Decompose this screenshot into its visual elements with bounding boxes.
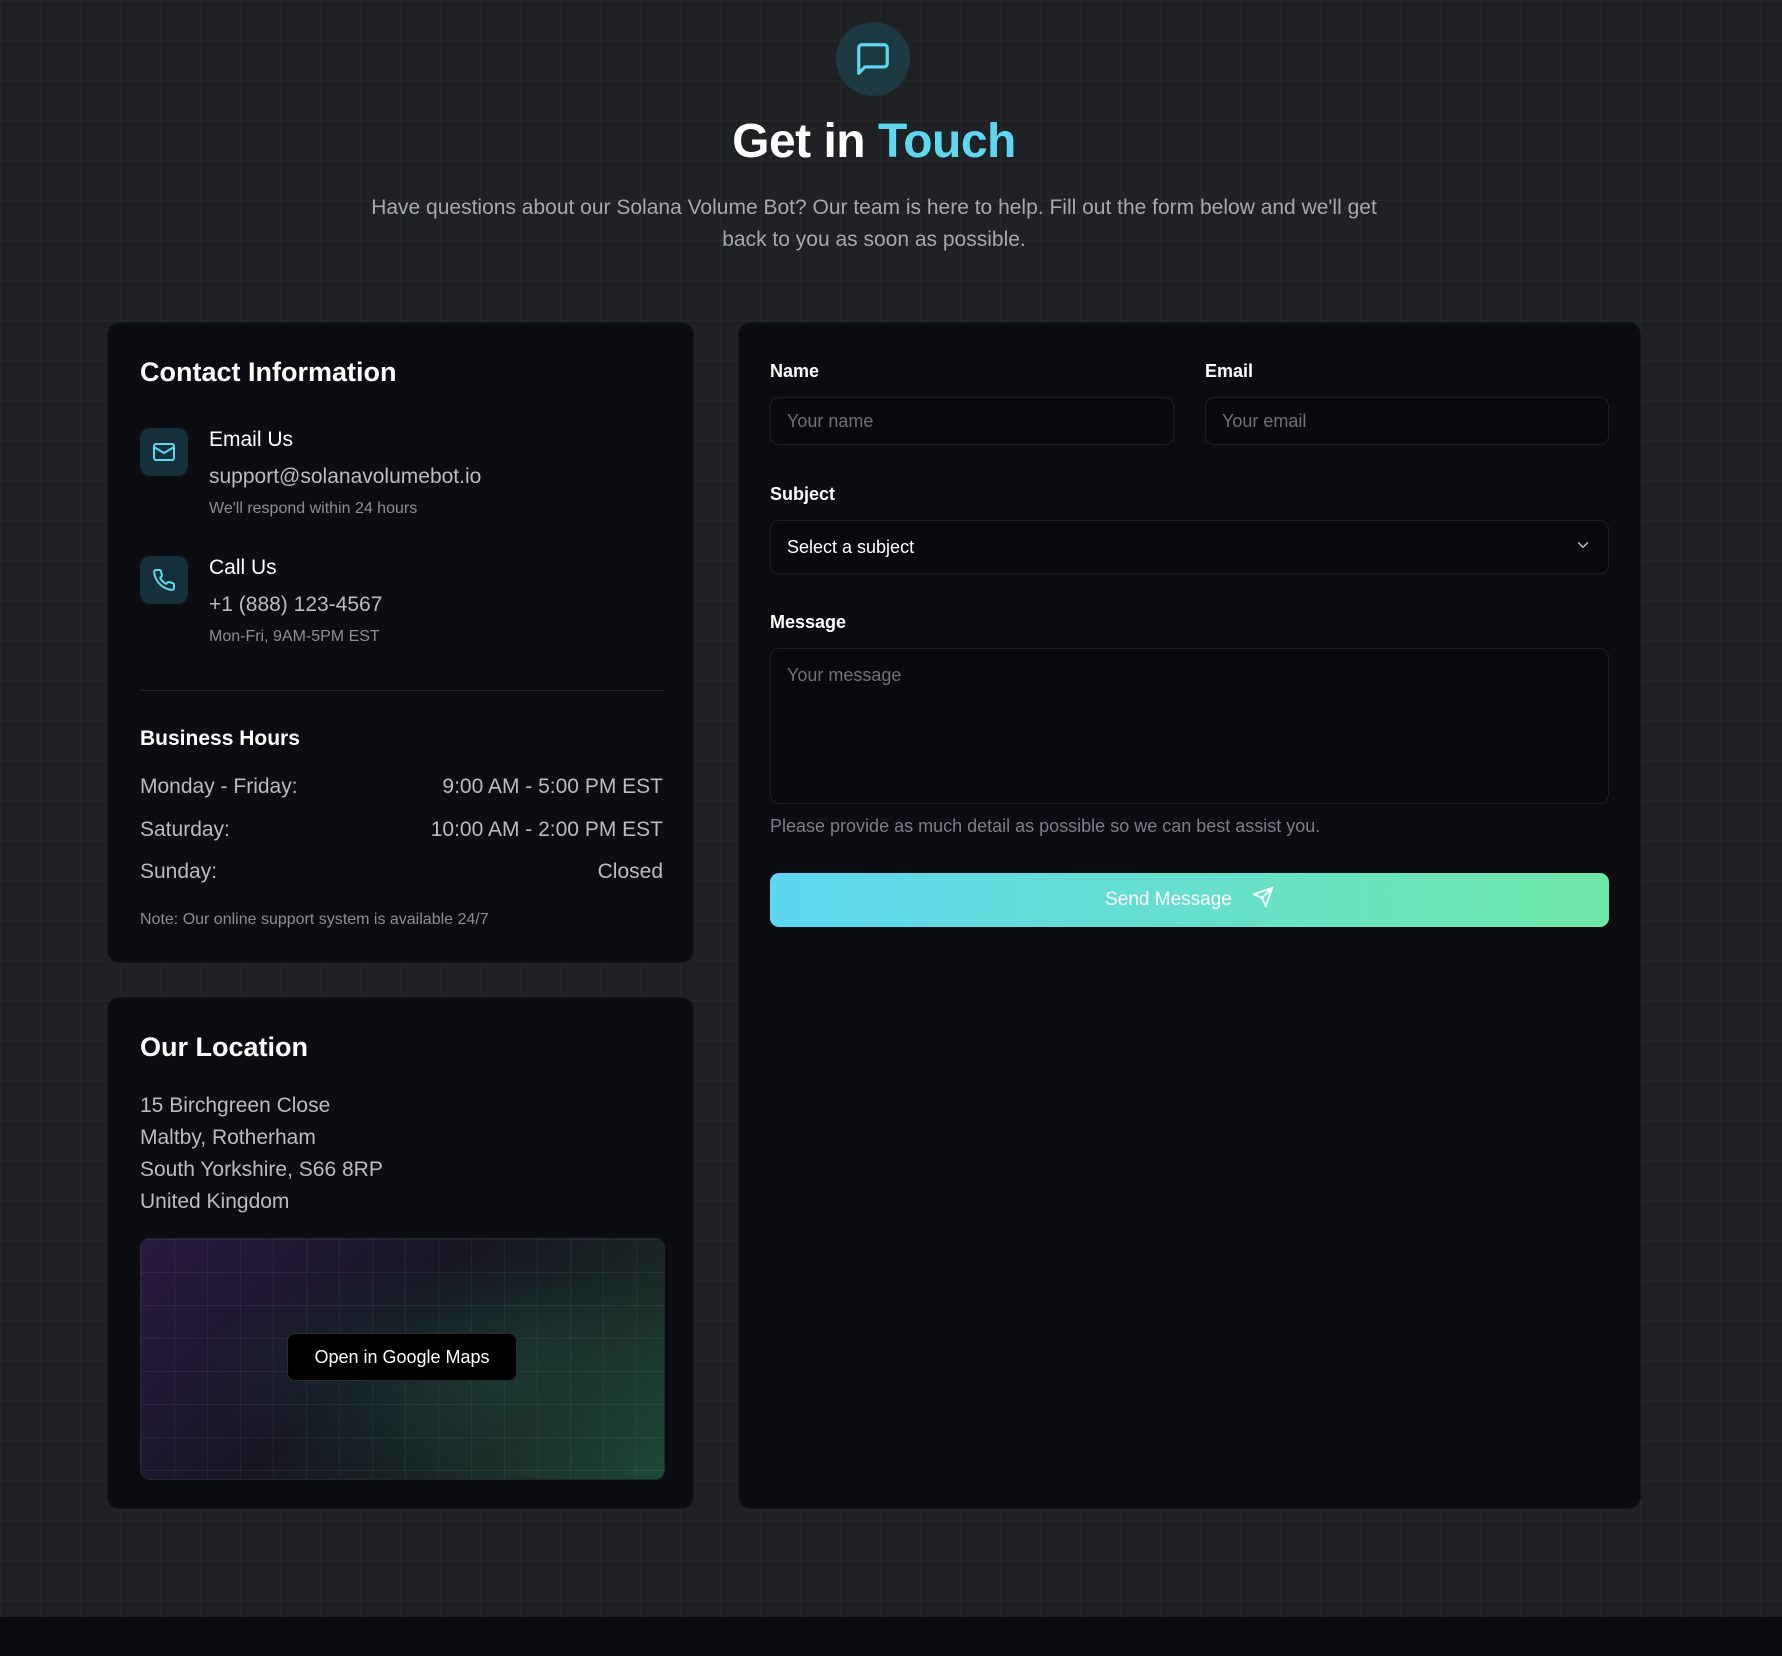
address-line: South Yorkshire, S66 8RP bbox=[140, 1158, 383, 1181]
map-preview: Open in Google Maps bbox=[140, 1238, 665, 1480]
page-title-accent: Touch bbox=[877, 115, 1016, 168]
hours-row: Monday - Friday: 9:00 AM - 5:00 PM EST bbox=[140, 775, 663, 799]
subject-select-value: Select a subject bbox=[787, 536, 915, 557]
phone-icon bbox=[140, 556, 188, 604]
hours-day: Saturday: bbox=[140, 818, 230, 841]
address-line: United Kingdom bbox=[140, 1190, 290, 1213]
contact-info-card: Contact Information Email Us support@sol… bbox=[107, 322, 694, 963]
support-availability-note: Note: Our online support system is avail… bbox=[140, 911, 489, 928]
hours-row: Sunday: Closed bbox=[140, 860, 663, 884]
business-hours-title: Business Hours bbox=[140, 727, 300, 750]
email-response-note: We'll respond within 24 hours bbox=[209, 500, 418, 517]
page-title-main: Get in bbox=[732, 115, 878, 168]
address-line: 15 Birchgreen Close bbox=[140, 1094, 331, 1117]
location-title: Our Location bbox=[140, 1032, 308, 1062]
hours-time: 10:00 AM - 2:00 PM EST bbox=[430, 818, 663, 841]
hours-row: Saturday: 10:00 AM - 2:00 PM EST bbox=[140, 818, 663, 842]
phone-hours-note: Mon-Fri, 9AM-5PM EST bbox=[209, 628, 380, 645]
contact-form-card: Name Email Subject Select a subject Mess… bbox=[738, 322, 1641, 1509]
chevron-down-icon bbox=[1574, 536, 1592, 559]
email-us-label: Email Us bbox=[209, 428, 294, 451]
subject-label: Subject bbox=[770, 484, 836, 504]
mail-icon bbox=[140, 428, 188, 476]
contact-info-title: Contact Information bbox=[140, 357, 397, 387]
hours-day: Monday - Friday: bbox=[140, 775, 298, 798]
name-label: Name bbox=[770, 361, 820, 381]
divider bbox=[140, 690, 663, 691]
support-email-link[interactable]: support@solanavolumebot.io bbox=[209, 465, 481, 489]
call-us-label: Call Us bbox=[209, 556, 277, 579]
phone-number-link[interactable]: +1 (888) 123-4567 bbox=[209, 593, 382, 617]
email-input[interactable] bbox=[1205, 397, 1609, 445]
send-message-label: Send Message bbox=[1105, 889, 1232, 910]
message-textarea[interactable] bbox=[770, 648, 1609, 804]
name-input[interactable] bbox=[770, 397, 1174, 445]
hours-time: Closed bbox=[597, 860, 663, 883]
send-message-button[interactable]: Send Message bbox=[770, 873, 1609, 927]
location-card: Our Location 15 Birchgreen Close Maltby,… bbox=[107, 997, 694, 1509]
page-title: Get in Touch bbox=[0, 114, 1748, 169]
address-line: Maltby, Rotherham bbox=[140, 1126, 316, 1149]
footer-bar bbox=[0, 1617, 1782, 1656]
email-label: Email bbox=[1205, 361, 1254, 381]
open-google-maps-button[interactable]: Open in Google Maps bbox=[287, 1333, 517, 1381]
message-label: Message bbox=[770, 612, 847, 632]
hours-time: 9:00 AM - 5:00 PM EST bbox=[442, 775, 663, 798]
message-help-text: Please provide as much detail as possibl… bbox=[770, 816, 1321, 836]
hours-day: Sunday: bbox=[140, 860, 218, 883]
address-block: 15 Birchgreen Close Maltby, Rotherham So… bbox=[140, 1090, 383, 1218]
message-square-icon bbox=[836, 22, 910, 96]
subject-select[interactable]: Select a subject bbox=[770, 520, 1609, 574]
page-subtitle: Have questions about our Solana Volume B… bbox=[371, 196, 1377, 251]
send-icon bbox=[1252, 886, 1274, 914]
